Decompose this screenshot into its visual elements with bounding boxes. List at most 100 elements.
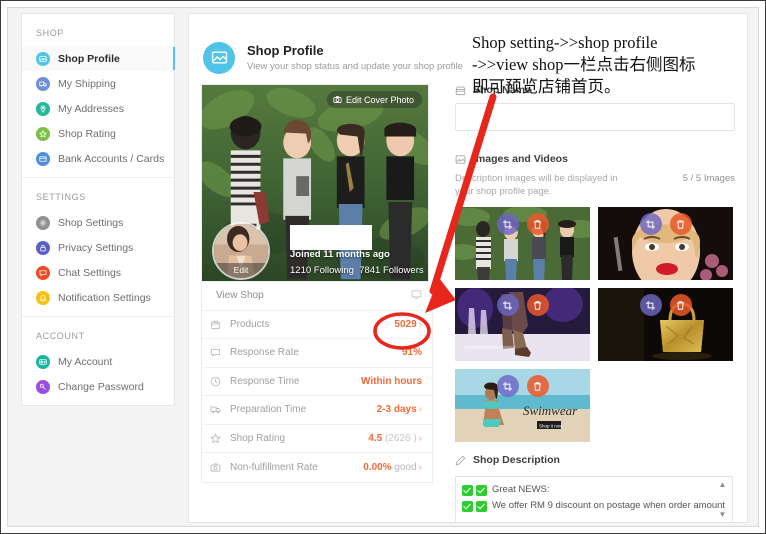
shop-name-header: Shop Name — [455, 84, 735, 96]
screenshot-frame: SHOP Shop Profile My Shipping My Address… — [0, 0, 766, 534]
shop-description-textarea[interactable]: Great NEWS: We offer RM 9 discount on po… — [455, 476, 733, 522]
sidebar-item-notification-settings[interactable]: Notification Settings — [22, 285, 174, 310]
images-videos-subtext: Description images will be displayed in … — [455, 172, 735, 198]
thumbnail-actions — [496, 375, 549, 397]
stat-label: Preparation Time — [230, 404, 307, 416]
page-subtitle: View your shop status and update your sh… — [247, 61, 463, 72]
profile-column: Edit Cover Photo Joined 11 months ago 12… — [201, 84, 433, 522]
list-item[interactable] — [598, 207, 733, 280]
sidebar-group-title-shop: SHOP — [36, 28, 64, 38]
sidebar-item-label: My Shipping — [58, 77, 116, 90]
stat-suffix: (2626 ) — [384, 432, 417, 444]
crop-icon[interactable] — [496, 294, 519, 316]
images-videos-description: Description images will be displayed in … — [455, 173, 618, 197]
edit-cover-photo-button[interactable]: Edit Cover Photo — [326, 91, 422, 108]
stat-suffix: good — [394, 461, 417, 473]
trash-icon[interactable] — [526, 213, 549, 235]
chevron-right-icon: › — [418, 318, 422, 330]
key-icon — [36, 379, 50, 394]
sidebar-item-label: Bank Accounts / Cards — [58, 152, 165, 165]
cover-photo[interactable]: Edit Cover Photo Joined 11 months ago 12… — [201, 84, 429, 282]
camera-icon — [210, 462, 224, 473]
crop-icon[interactable] — [496, 213, 519, 235]
clock-icon — [210, 376, 224, 387]
shop-description-header: Shop Description — [455, 454, 735, 466]
chevron-down-icon[interactable]: ▼ — [719, 511, 727, 519]
sidebar-item-bank-accounts-cards[interactable]: Bank Accounts / Cards — [22, 146, 174, 171]
sidebar-item-my-addresses[interactable]: My Addresses — [22, 96, 174, 121]
sidebar-item-shop-rating[interactable]: Shop Rating — [22, 121, 174, 146]
star-icon — [36, 126, 50, 141]
stat-value: Within hours — [360, 375, 422, 387]
table-row[interactable]: Preparation Time 2-3 days › — [202, 396, 432, 425]
thumbnail-actions — [496, 213, 549, 235]
stat-number: 2-3 days — [376, 404, 417, 416]
svg-text:Shop it now: Shop it now — [539, 424, 563, 429]
check-mark-icon — [476, 500, 487, 512]
table-row[interactable]: Shop Rating 4.5 (2626 ) › — [202, 425, 432, 453]
chevron-right-icon: › — [418, 432, 422, 444]
description-text: Great NEWS: — [492, 484, 550, 495]
trash-icon[interactable] — [669, 294, 692, 316]
table-row[interactable]: Response Time Within hours — [202, 368, 432, 396]
shop-description-label: Shop Description — [473, 454, 560, 466]
bag-icon — [210, 319, 224, 330]
trash-icon[interactable] — [526, 294, 549, 316]
joined-label: Joined 11 months ago — [290, 249, 390, 260]
list-item[interactable]: Swimwear Shop it now — [455, 369, 590, 442]
shop-name-input[interactable] — [455, 103, 735, 131]
sidebar: SHOP Shop Profile My Shipping My Address… — [21, 13, 175, 406]
sidebar-item-privacy-settings[interactable]: Privacy Settings — [22, 235, 174, 260]
sidebar-item-my-shipping[interactable]: My Shipping — [22, 71, 174, 96]
thumbnail-actions — [496, 294, 549, 316]
scrollbar[interactable]: ▲ ▼ — [716, 481, 729, 519]
edit-cover-photo-label: Edit Cover Photo — [345, 94, 414, 105]
check-mark-icon — [476, 484, 487, 496]
list-item[interactable] — [455, 288, 590, 361]
sidebar-item-label: Chat Settings — [58, 266, 122, 279]
trash-icon[interactable] — [526, 375, 549, 397]
check-mark-icon — [462, 484, 473, 496]
sidebar-group-title-account: ACCOUNT — [36, 331, 85, 341]
sidebar-item-shop-profile[interactable]: Shop Profile — [22, 46, 175, 71]
cover-name-redaction — [290, 225, 372, 250]
page-title: Shop Profile — [247, 43, 324, 58]
crop-icon[interactable] — [639, 213, 662, 235]
sidebar-item-label: Shop Rating — [58, 127, 116, 140]
trash-icon[interactable] — [669, 213, 692, 235]
chevron-up-icon[interactable]: ▲ — [719, 481, 727, 489]
table-row[interactable]: Products 5029 › — [202, 311, 432, 339]
sidebar-item-my-account[interactable]: My Account — [22, 349, 174, 374]
sidebar-item-shop-settings[interactable]: Shop Settings — [22, 210, 174, 235]
stat-value: 0.00% good › — [363, 462, 422, 473]
sidebar-item-change-password[interactable]: Change Password — [22, 374, 174, 399]
description-text: We offer RM 9 discount on postage when o… — [492, 500, 726, 511]
avatar[interactable]: Edit — [212, 222, 270, 280]
view-shop-label: View Shop — [216, 290, 264, 302]
crop-icon[interactable] — [496, 375, 519, 397]
stat-label: Response Rate — [230, 347, 299, 359]
chat-icon — [36, 265, 50, 280]
description-line: We offer RM 9 discount on postage when o… — [462, 498, 725, 514]
sidebar-item-label: Shop Profile — [58, 52, 120, 65]
user-card-icon — [36, 354, 50, 369]
gear-icon — [36, 215, 50, 230]
following-count: 1210 Following — [290, 265, 354, 276]
stat-value: 2-3 days › — [377, 404, 422, 415]
view-shop-row[interactable]: View Shop — [202, 282, 432, 311]
list-item[interactable] — [455, 207, 590, 280]
svg-text:Swimwear: Swimwear — [523, 403, 578, 418]
crop-icon[interactable] — [639, 294, 662, 316]
table-row[interactable]: Response Rate 91% — [202, 339, 432, 368]
sidebar-item-chat-settings[interactable]: Chat Settings — [22, 260, 174, 285]
page-background: SHOP Shop Profile My Shipping My Address… — [7, 7, 759, 527]
sidebar-item-label: Privacy Settings — [58, 241, 134, 254]
stat-label: Shop Rating — [230, 432, 286, 444]
bell-icon — [36, 290, 50, 305]
table-row[interactable]: Non-fulfillment Rate 0.00% good › — [202, 453, 432, 482]
sidebar-item-label: Notification Settings — [58, 291, 151, 304]
list-item[interactable] — [598, 288, 733, 361]
description-line: Great NEWS: — [462, 482, 712, 498]
monitor-icon[interactable] — [411, 289, 422, 303]
edit-avatar-button[interactable]: Edit — [214, 263, 268, 278]
